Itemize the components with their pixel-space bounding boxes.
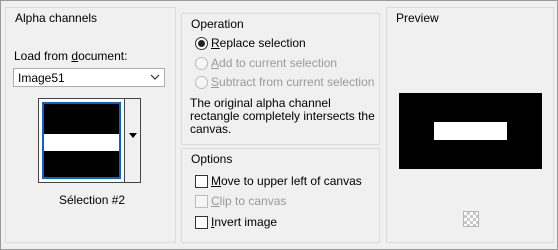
document-dropdown-value: Image51 xyxy=(18,71,65,85)
add-to-selection-radio[interactable] xyxy=(195,57,208,70)
invert-image-checkbox[interactable] xyxy=(195,216,208,229)
add-to-selection-label[interactable]: Add to current selection xyxy=(211,56,337,70)
alpha-channels-title: Alpha channels xyxy=(13,11,100,25)
preview-title: Preview xyxy=(394,11,441,25)
triangle-down-icon xyxy=(129,133,137,138)
load-from-document-label: Load from document: xyxy=(14,49,128,63)
thumbnail-dropdown-button[interactable] xyxy=(125,98,141,183)
clip-to-canvas-label[interactable]: Clip to canvas xyxy=(211,194,286,208)
preview-selection-band xyxy=(434,122,507,140)
operation-title: Operation xyxy=(189,17,246,31)
selection-name-label: Sélection #2 xyxy=(59,193,126,207)
document-dropdown[interactable]: Image51 xyxy=(13,68,165,87)
load-alpha-dialog: Alpha channels Load from document: Image… xyxy=(0,0,558,250)
subtract-from-selection-radio[interactable] xyxy=(195,76,208,89)
invert-image-label[interactable]: Invert image xyxy=(211,215,277,229)
operation-description: The original alpha channel rectangle com… xyxy=(190,96,375,136)
options-title: Options xyxy=(189,152,235,166)
replace-selection-radio[interactable] xyxy=(195,37,208,50)
chevron-down-icon xyxy=(150,74,160,80)
thumbnail-selection-band xyxy=(44,134,119,151)
move-to-upper-left-checkbox[interactable] xyxy=(195,175,208,188)
move-to-upper-left-label[interactable]: Move to upper left of canvas xyxy=(211,174,362,188)
preview-canvas xyxy=(399,93,542,169)
replace-selection-label[interactable]: Replace selection xyxy=(211,36,306,50)
subtract-from-selection-label[interactable]: Subtract from current selection xyxy=(211,75,374,89)
thumbnail-selection-frame xyxy=(42,102,121,179)
transparency-toggle-icon[interactable] xyxy=(463,211,479,227)
alpha-channel-thumbnail[interactable] xyxy=(38,98,125,183)
clip-to-canvas-checkbox[interactable] xyxy=(195,195,208,208)
